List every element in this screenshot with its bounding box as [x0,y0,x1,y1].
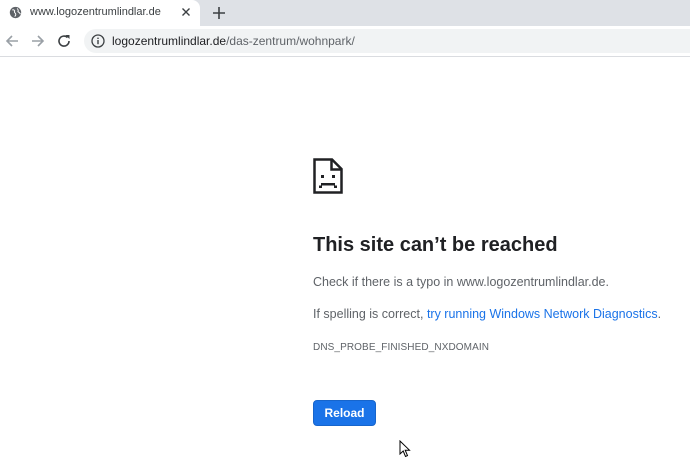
diagnostics-suffix: . [657,307,662,321]
error-code: DNS_PROBE_FINISHED_NXDOMAIN [313,342,490,353]
typo-hint: Check if there is a typo in www.logozent… [313,275,609,289]
close-icon[interactable] [179,5,193,19]
back-arrow-icon[interactable] [4,33,20,49]
diagnostics-prefix: If spelling is correct, [313,307,427,321]
reload-button[interactable]: Reload [313,400,376,426]
url-host: logozentrumlindlar.de [112,34,227,48]
info-icon[interactable] [91,34,105,48]
diagnostics-link[interactable]: try running Windows Network Diagnostics [427,307,658,321]
new-tab-icon[interactable] [211,5,227,21]
toolbar: logozentrumlindlar.de/das-zentrum/wohnpa… [0,26,690,57]
mouse-cursor-icon [399,440,411,458]
forward-arrow-icon[interactable] [30,33,46,49]
url-text[interactable]: logozentrumlindlar.de/das-zentrum/wohnpa… [112,34,355,48]
tab-title: www.logozentrumlindlar.de [30,6,161,18]
url-path: /das-zentrum/wohnpark/ [226,34,355,48]
globe-icon [9,6,22,19]
tab-active[interactable]: www.logozentrumlindlar.de [0,0,200,26]
tab-strip: www.logozentrumlindlar.de [0,0,690,26]
reload-icon[interactable] [56,33,72,49]
diagnostics-hint: If spelling is correct, try running Wind… [313,307,661,321]
sad-page-icon [313,158,343,194]
page-title: This site can’t be reached [313,234,558,256]
address-bar[interactable]: logozentrumlindlar.de/das-zentrum/wohnpa… [84,29,690,53]
